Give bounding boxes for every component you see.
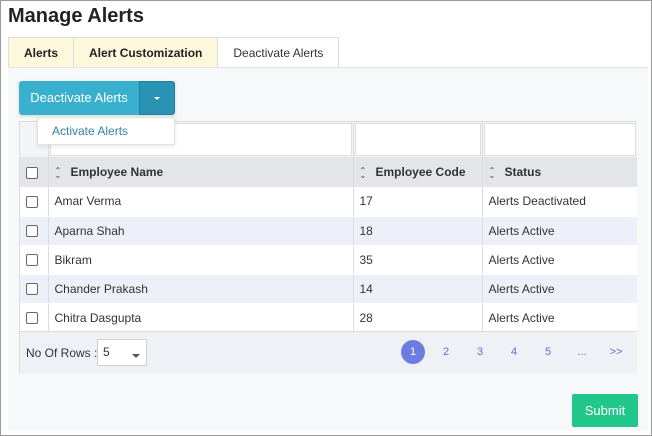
tab-alert-customization[interactable]: Alert Customization xyxy=(74,37,219,68)
next-pages-button[interactable]: >> xyxy=(603,340,629,364)
cell-status: Alerts Active xyxy=(482,216,637,246)
chevron-down-icon xyxy=(132,354,140,358)
row-checkbox[interactable] xyxy=(26,283,38,296)
page-4-button[interactable]: 4 xyxy=(501,340,527,364)
tab-alerts[interactable]: Alerts xyxy=(8,37,75,68)
page-3-button[interactable]: 3 xyxy=(467,340,493,364)
page-title: Manage Alerts xyxy=(8,5,144,27)
cell-employee-name: Aparna Shah xyxy=(48,216,354,246)
action-split-button: Deactivate Alerts xyxy=(19,81,175,115)
table-row: Aparna Shah 18 Alerts Active xyxy=(20,216,637,246)
cell-employee-code: 28 xyxy=(353,303,483,333)
row-checkbox[interactable] xyxy=(26,225,38,238)
cell-employee-code: 14 xyxy=(353,274,483,304)
table-row: Chander Prakash 14 Alerts Active xyxy=(20,274,637,304)
submit-button[interactable]: Submit xyxy=(572,394,638,427)
sort-icon: ⌃ ⌄ xyxy=(488,165,496,180)
employee-grid: ⌃ ⌄ Employee Name ⌃ ⌄ Employee Code ⌃ ⌄ Status… xyxy=(19,121,637,374)
tab-deactivate-alerts[interactable]: Deactivate Alerts xyxy=(218,37,340,68)
cell-status: Alerts Active xyxy=(482,274,637,304)
content-panel: Deactivate Alerts ⌃ ⌄ Employee Name ⌃ ⌄ … xyxy=(8,67,648,431)
table-row: Chitra Dasgupta 28 Alerts Active xyxy=(20,303,637,333)
deactivate-alerts-button[interactable]: Deactivate Alerts xyxy=(19,81,139,115)
cell-employee-name: Bikram xyxy=(48,245,354,275)
cell-employee-name: Chitra Dasgupta xyxy=(48,303,354,333)
cell-employee-code: 35 xyxy=(353,245,483,275)
cell-status: Alerts Deactivated xyxy=(482,187,637,217)
cell-employee-code: 17 xyxy=(353,187,483,217)
filter-employee-code[interactable] xyxy=(354,123,481,156)
page-1-button[interactable]: 1 xyxy=(401,340,425,364)
cell-status: Alerts Active xyxy=(482,303,637,333)
cell-status: Alerts Active xyxy=(482,245,637,275)
page-5-button[interactable]: 5 xyxy=(535,340,561,364)
row-checkbox[interactable] xyxy=(26,312,38,325)
rows-per-page-select[interactable]: 5 xyxy=(97,339,147,366)
column-header-employee-name[interactable]: ⌃ ⌄ Employee Name xyxy=(48,157,354,187)
cell-employee-name: Amar Verma xyxy=(48,187,354,217)
header-row: ⌃ ⌄ Employee Name ⌃ ⌄ Employee Code ⌃ ⌄ Status xyxy=(20,157,637,187)
sort-icon: ⌃ ⌄ xyxy=(359,165,367,180)
column-header-employee-code[interactable]: ⌃ ⌄ Employee Code xyxy=(353,157,483,187)
row-checkbox[interactable] xyxy=(26,196,38,209)
pagination: 1 2 3 4 5 ... >> xyxy=(393,340,629,364)
rows-per-page-label: No Of Rows : xyxy=(26,346,98,360)
menu-item-activate-alerts[interactable]: Activate Alerts xyxy=(37,117,175,145)
sort-icon: ⌃ ⌄ xyxy=(54,165,62,180)
tab-bar: Alerts Alert Customization Deactivate Al… xyxy=(8,37,340,68)
action-dropdown-toggle[interactable] xyxy=(139,81,175,115)
filter-status[interactable] xyxy=(483,123,636,156)
page-2-button[interactable]: 2 xyxy=(433,340,459,364)
cell-employee-code: 18 xyxy=(353,216,483,246)
table-row: Bikram 35 Alerts Active xyxy=(20,245,637,275)
row-checkbox[interactable] xyxy=(26,254,38,267)
cell-employee-name: Chander Prakash xyxy=(48,274,354,304)
table-row: Amar Verma 17 Alerts Deactivated xyxy=(20,187,637,217)
grid-footer: No Of Rows : 5 1 2 3 4 5 ... >> xyxy=(20,331,637,374)
caret-down-icon xyxy=(154,97,160,100)
select-all-checkbox[interactable] xyxy=(26,166,38,179)
page-ellipsis[interactable]: ... xyxy=(569,340,595,364)
column-header-status[interactable]: ⌃ ⌄ Status xyxy=(482,157,637,187)
